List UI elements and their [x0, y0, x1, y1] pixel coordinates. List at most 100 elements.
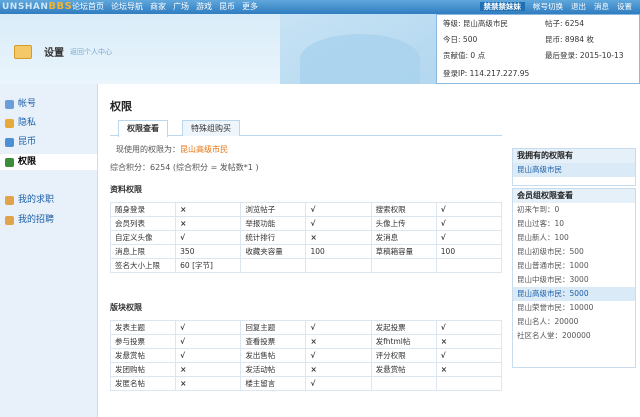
tab-bar: 权限查看 特殊组购买 [110, 120, 502, 137]
section-title-board: 版块权限 [110, 303, 142, 312]
permission-label: 楼主留言 [240, 376, 307, 391]
my-permission-item[interactable]: 昆山高级市民 [513, 163, 635, 177]
current-level-value[interactable]: 昆山高级市民 [180, 145, 228, 154]
permission-label: 发fhtml帖 [370, 334, 437, 349]
lastlogin-row: 最后登录: 2015-10-13 [545, 51, 624, 60]
permission-label: 收藏夹容量 [240, 244, 307, 259]
cross-icon: × [175, 376, 242, 391]
group-item[interactable]: 昆山普通市民：1000 [513, 259, 635, 273]
table-row: 发匿名帖 × 楼主留言 √ [109, 376, 503, 391]
settings-sidebar: 帐号 隐私 昆币 权限 我的求职 我的招聘 [0, 84, 98, 417]
messages-link[interactable]: 消息 [594, 2, 609, 11]
check-icon: √ [305, 202, 372, 217]
back-to-profile-link[interactable]: 返回个人中心 [70, 47, 112, 57]
table-row: 发团购帖 × 发活动帖 × 发悬赏帖 × [109, 362, 503, 377]
section-title-profile: 资料权限 [110, 185, 142, 194]
cross-icon: × [305, 362, 372, 377]
nav-item-more[interactable]: 更多 [242, 2, 258, 11]
page-header-title: 设置 [44, 48, 64, 59]
user-bar: 禁禁禁妹妹 帐号切换 退出 消息 设置 [479, 0, 640, 14]
site-logo[interactable]: UNSHANBBS [2, 0, 72, 14]
group-permissions-panel: 会员组权限查看 初来乍到：0 昆山过客：10 昆山新人：100 昆山初级市民：500 昆… [512, 188, 636, 368]
contrib-value: 0 点 [470, 51, 486, 60]
level-value: 昆山高级市民 [462, 19, 508, 28]
group-permissions-title: 会员组权限查看 [513, 189, 635, 203]
sidebar-item-permissions[interactable]: 权限 [0, 154, 97, 170]
ip-row: 登录IP: 114.217.227.95 [443, 69, 530, 78]
permission-value: 100 [435, 244, 503, 259]
permission-label: 发团购帖 [109, 362, 177, 377]
check-icon: √ [435, 202, 503, 217]
coins-row: 昆币: 8984 枚 [545, 35, 594, 44]
settings-link[interactable]: 设置 [617, 2, 632, 11]
permission-label: 浏览帖子 [240, 202, 307, 217]
permission-label: 发表主题 [109, 320, 177, 335]
group-item[interactable]: 昆山名人：20000 [513, 315, 635, 329]
board-permission-table: 发表主题 √ 回复主题 √ 发起投票 √ 参与投票 √ 查看投票 × 发fhtml帖 × 发悬赏帖 √ 发出… [109, 320, 503, 391]
permission-value: 60 [字节] [175, 258, 242, 273]
permission-label: 举报功能 [240, 216, 307, 231]
my-permissions-title: 我拥有的权限有 [513, 149, 635, 163]
current-level: 现使用的权限为：昆山高级市民 [116, 145, 228, 154]
check-icon: √ [435, 216, 503, 231]
permission-value: 100 [305, 244, 372, 259]
posts-value: 6254 [564, 19, 585, 28]
cross-icon: × [305, 334, 372, 349]
username-link[interactable]: 禁禁禁妹妹 [479, 2, 525, 11]
permission-label: 参与投票 [109, 334, 177, 349]
table-row: 会员列表 × 举报功能 √ 头像上传 √ [109, 216, 503, 231]
nav-item-square[interactable]: 广场 [173, 2, 189, 11]
group-item[interactable]: 昆山中级市民：3000 [513, 273, 635, 287]
tab-buy-special-group[interactable]: 特殊组购买 [182, 120, 240, 136]
logout-link[interactable]: 退出 [571, 2, 586, 11]
table-row: 参与投票 √ 查看投票 × 发fhtml帖 × [109, 334, 503, 349]
nav-item-guide[interactable]: 论坛导航 [111, 2, 143, 11]
check-icon: √ [175, 230, 242, 245]
switch-account-link[interactable]: 帐号切换 [533, 2, 563, 11]
coin-icon [5, 138, 14, 147]
sidebar-item-my-jobs[interactable]: 我的求职 [0, 192, 97, 208]
nav-item-games[interactable]: 游戏 [196, 2, 212, 11]
group-list: 初来乍到：0 昆山过客：10 昆山新人：100 昆山初级市民：500 昆山普通市民：10… [513, 203, 635, 343]
logo-prefix: UNSHAN [2, 2, 49, 12]
permission-value [435, 376, 503, 391]
group-item[interactable]: 昆山过客：10 [513, 217, 635, 231]
check-icon: √ [305, 376, 372, 391]
sidebar-item-privacy[interactable]: 隐私 [0, 115, 97, 131]
nav-item-coins[interactable]: 昆币 [219, 2, 235, 11]
permission-value [435, 258, 503, 273]
group-item[interactable]: 昆山高级市民：5000 [513, 287, 635, 301]
page-title: 权限 [110, 100, 132, 113]
permission-label: 发悬赏帖 [109, 348, 177, 363]
group-item[interactable]: 昆山荣誉市民：10000 [513, 301, 635, 315]
group-item[interactable]: 初来乍到：0 [513, 203, 635, 217]
permission-label: 发活动帖 [240, 362, 307, 377]
tab-view-permissions[interactable]: 权限查看 [118, 120, 168, 137]
group-item[interactable]: 昆山新人：100 [513, 231, 635, 245]
profile-permission-table: 随身登录 × 浏览帖子 √ 搜索权限 √ 会员列表 × 举报功能 √ 头像上传 √ 自定义头像 √ 统计排行… [109, 202, 503, 273]
posts-row: 帖子: 6254 [545, 19, 585, 28]
sidebar-item-account[interactable]: 帐号 [0, 96, 97, 112]
sidebar-item-my-recruit[interactable]: 我的招聘 [0, 212, 97, 228]
main-content: 权限 权限查看 特殊组购买 现使用的权限为：昆山高级市民 综合积分：6254 (… [98, 84, 640, 417]
table-row: 消息上限 350 收藏夹容量 100 草稿箱容量 100 [109, 244, 503, 259]
permission-label: 草稿箱容量 [370, 244, 437, 259]
group-item[interactable]: 昆山初级市民：500 [513, 245, 635, 259]
check-icon: √ [435, 230, 503, 245]
permission-value [305, 258, 372, 273]
group-item[interactable]: 社区名人堂：200000 [513, 329, 635, 343]
check-icon: √ [305, 320, 372, 335]
sidebar-item-coins[interactable]: 昆币 [0, 134, 97, 150]
nav-item-home[interactable]: 论坛首页 [72, 2, 104, 11]
permission-label: 头像上传 [370, 216, 437, 231]
check-icon: √ [435, 348, 503, 363]
logo-bbs: BBS [48, 1, 73, 12]
permission-label: 统计排行 [240, 230, 307, 245]
permission-label: 消息上限 [109, 244, 177, 259]
banner-decoration [300, 34, 420, 84]
nav-item-merchant[interactable]: 商家 [150, 2, 166, 11]
permission-label: 会员列表 [109, 216, 177, 231]
lastlogin-value: 2015-10-13 [579, 51, 624, 60]
coins-value: 8984 枚 [564, 35, 594, 44]
user-info-popup: 等级: 昆山高级市民 帖子: 6254 今日: 500 昆币: 8984 枚 贡… [436, 14, 640, 84]
